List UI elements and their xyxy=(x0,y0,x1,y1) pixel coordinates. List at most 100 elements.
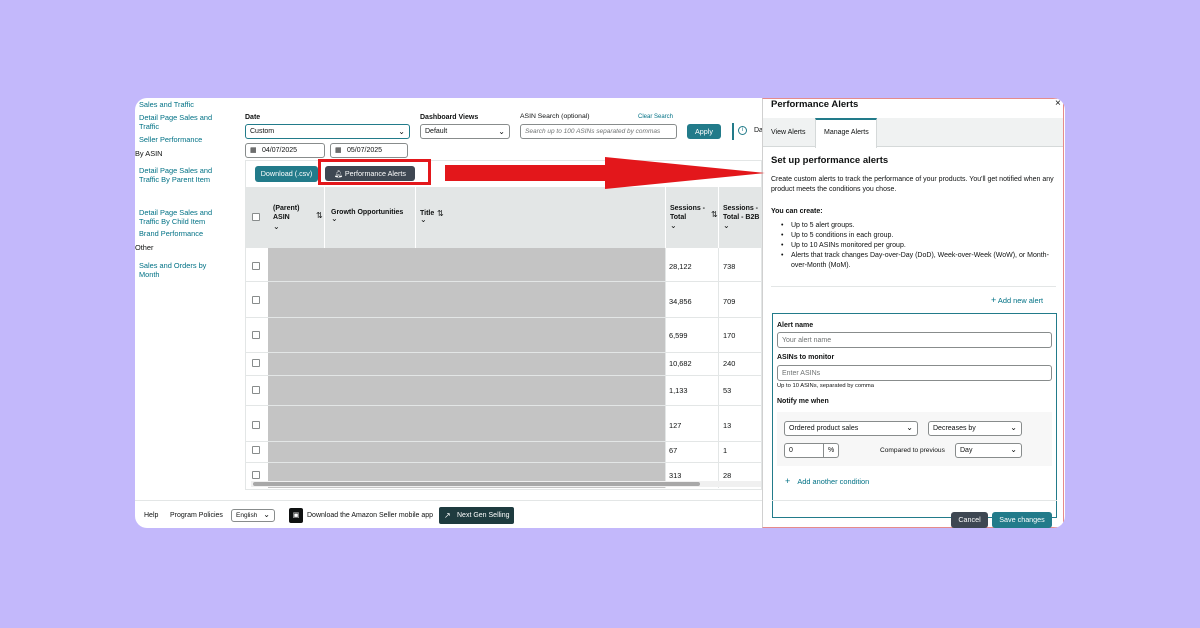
asins-input[interactable]: Enter ASINs xyxy=(777,365,1052,381)
amount-divider xyxy=(823,443,824,458)
row-checkbox[interactable] xyxy=(252,331,260,339)
plus-icon: + xyxy=(785,476,791,486)
panel-title: Performance Alerts xyxy=(771,99,859,110)
alert-name-input[interactable]: Your alert name xyxy=(777,332,1052,348)
bullet-item: • Up to 10 ASINs monitored per group. xyxy=(781,242,906,249)
save-changes-button[interactable]: Save changes xyxy=(992,512,1052,528)
clear-search-link[interactable]: Clear Search xyxy=(638,114,673,120)
cell-sessions-b2b: 1 xyxy=(723,446,728,455)
cell-sessions-b2b: 709 xyxy=(723,297,736,306)
compared-label: Compared to previous xyxy=(880,447,945,454)
row-divider xyxy=(245,405,762,406)
bullet-item: • Up to 5 alert groups. xyxy=(781,222,855,229)
sidebar-item-detail-page-child[interactable]: Detail Page Sales and Traffic By Child I… xyxy=(139,208,219,226)
cancel-button[interactable]: Cancel xyxy=(951,512,988,528)
cell-sessions-b2b: 240 xyxy=(723,359,736,368)
header-growth-opportunities[interactable]: Growth Opportunities xyxy=(331,208,411,217)
row-checkbox[interactable] xyxy=(252,471,260,479)
sort-icon[interactable]: ⇅ xyxy=(316,211,323,220)
sidebar-item-detail-page-sales-traffic[interactable]: Detail Page Sales and Traffic xyxy=(139,113,219,131)
cell-sessions: 1,133 xyxy=(669,386,688,395)
asin-search-label: ASIN Search (optional) xyxy=(520,113,590,120)
sidebar-item-sales-traffic[interactable]: Sales and Traffic xyxy=(139,100,219,110)
cell-sessions-b2b: 170 xyxy=(723,331,736,340)
next-gen-selling-button[interactable]: ↗ Next Gen Selling xyxy=(439,507,514,524)
help-link[interactable]: Help xyxy=(144,512,158,519)
cell-sessions: 67 xyxy=(669,446,678,455)
sidebar-item-sales-orders-month[interactable]: Sales and Orders by Month xyxy=(139,261,219,279)
tab-manage-alerts[interactable]: Manage Alerts xyxy=(815,118,877,148)
tab-manage-alerts-label: Manage Alerts xyxy=(824,129,869,136)
cell-sessions-b2b: 738 xyxy=(723,262,736,271)
period-select[interactable]: Day ⌄ xyxy=(955,443,1022,458)
row-checkbox[interactable] xyxy=(252,262,260,270)
next-gen-selling-label: Next Gen Selling xyxy=(457,512,510,519)
you-can-create-label: You can create: xyxy=(771,208,823,215)
calendar-icon: ▦ xyxy=(250,147,257,154)
tab-view-alerts[interactable]: View Alerts xyxy=(771,129,806,136)
chevron-down-icon: ⌄ xyxy=(498,127,505,136)
footer-divider xyxy=(135,500,762,501)
sort-icon[interactable]: ⇅ xyxy=(437,209,444,218)
sidebar-item-brand-performance[interactable]: Brand Performance xyxy=(139,229,219,239)
annotation-arrow xyxy=(445,157,765,189)
chevron-down-icon: ⌄ xyxy=(398,127,405,136)
cell-sessions-b2b: 53 xyxy=(723,386,732,395)
info-bar xyxy=(732,123,734,140)
chevron-down-icon[interactable]: ⌄ xyxy=(273,222,280,231)
redacted-area xyxy=(268,248,665,488)
dashboard-views-label: Dashboard Views xyxy=(420,114,479,121)
select-all-checkbox[interactable] xyxy=(252,213,260,221)
download-app-link[interactable]: Download the Amazon Seller mobile app xyxy=(307,512,433,519)
bullet-item: • Up to 5 conditions in each group. xyxy=(781,232,894,239)
header-divider xyxy=(415,187,416,248)
horizontal-scrollbar-thumb[interactable] xyxy=(253,482,700,486)
header-sessions-total[interactable]: Sessions - Total xyxy=(670,204,710,222)
add-new-alert-button[interactable]: + Add new alert xyxy=(991,295,1043,305)
close-icon[interactable]: × xyxy=(1055,98,1061,109)
add-condition-label: Add another condition xyxy=(797,477,870,486)
cell-sessions: 127 xyxy=(669,421,682,430)
header-sessions-b2b[interactable]: Sessions - Total - B2B xyxy=(723,204,763,222)
row-checkbox[interactable] xyxy=(252,359,260,367)
chevron-down-icon[interactable]: ⌄ xyxy=(331,214,338,223)
chevron-down-icon: ⌄ xyxy=(263,510,270,519)
metric-value: Ordered product sales xyxy=(789,425,859,432)
asin-search-input[interactable]: Search up to 100 ASINs separated by comm… xyxy=(520,124,677,139)
chevron-down-icon: ⌄ xyxy=(1010,423,1017,432)
arrow-shape xyxy=(445,157,765,189)
add-condition-button[interactable]: + Add another condition xyxy=(785,476,869,486)
sidebar-item-detail-page-parent[interactable]: Detail Page Sales and Traffic By Parent … xyxy=(139,166,219,184)
row-checkbox[interactable] xyxy=(252,421,260,429)
change-select[interactable]: Decreases by ⌄ xyxy=(928,421,1022,436)
cell-sessions: 28,122 xyxy=(669,262,692,271)
plus-icon: + xyxy=(991,295,997,305)
row-checkbox[interactable] xyxy=(252,386,260,394)
calendar-icon: ▦ xyxy=(335,147,342,154)
row-checkbox[interactable] xyxy=(252,296,260,304)
sidebar-section-other: Other xyxy=(135,243,154,252)
sort-icon[interactable]: ⇅ xyxy=(711,210,718,219)
apply-button[interactable]: Apply xyxy=(687,124,721,139)
cell-sessions-b2b: 28 xyxy=(723,471,732,480)
download-csv-button[interactable]: Download (.csv) xyxy=(255,166,318,182)
row-divider xyxy=(245,375,762,376)
row-divider xyxy=(245,317,762,318)
sidebar-item-seller-performance[interactable]: Seller Performance xyxy=(139,135,219,145)
date-select[interactable]: Custom ⌄ xyxy=(245,124,410,139)
divider xyxy=(772,500,1057,501)
amount-input[interactable]: 0 % xyxy=(784,443,839,458)
header-parent-asin[interactable]: (Parent) ASIN xyxy=(273,204,315,222)
chevron-down-icon[interactable]: ⌄ xyxy=(420,215,427,224)
shopping-bag-icon[interactable]: ▣ xyxy=(289,508,303,523)
chevron-down-icon[interactable]: ⌄ xyxy=(670,221,677,230)
chevron-down-icon[interactable]: ⌄ xyxy=(723,221,730,230)
row-checkbox[interactable] xyxy=(252,446,260,454)
row-divider xyxy=(245,281,762,282)
start-date-input[interactable]: ▦ 04/07/2025 xyxy=(245,143,325,158)
language-select[interactable]: English ⌄ xyxy=(231,509,275,522)
metric-select[interactable]: Ordered product sales ⌄ xyxy=(784,421,918,436)
end-date-input[interactable]: ▦ 05/07/2025 xyxy=(330,143,408,158)
program-policies-link[interactable]: Program Policies xyxy=(170,512,223,519)
dashboard-views-select[interactable]: Default ⌄ xyxy=(420,124,510,139)
